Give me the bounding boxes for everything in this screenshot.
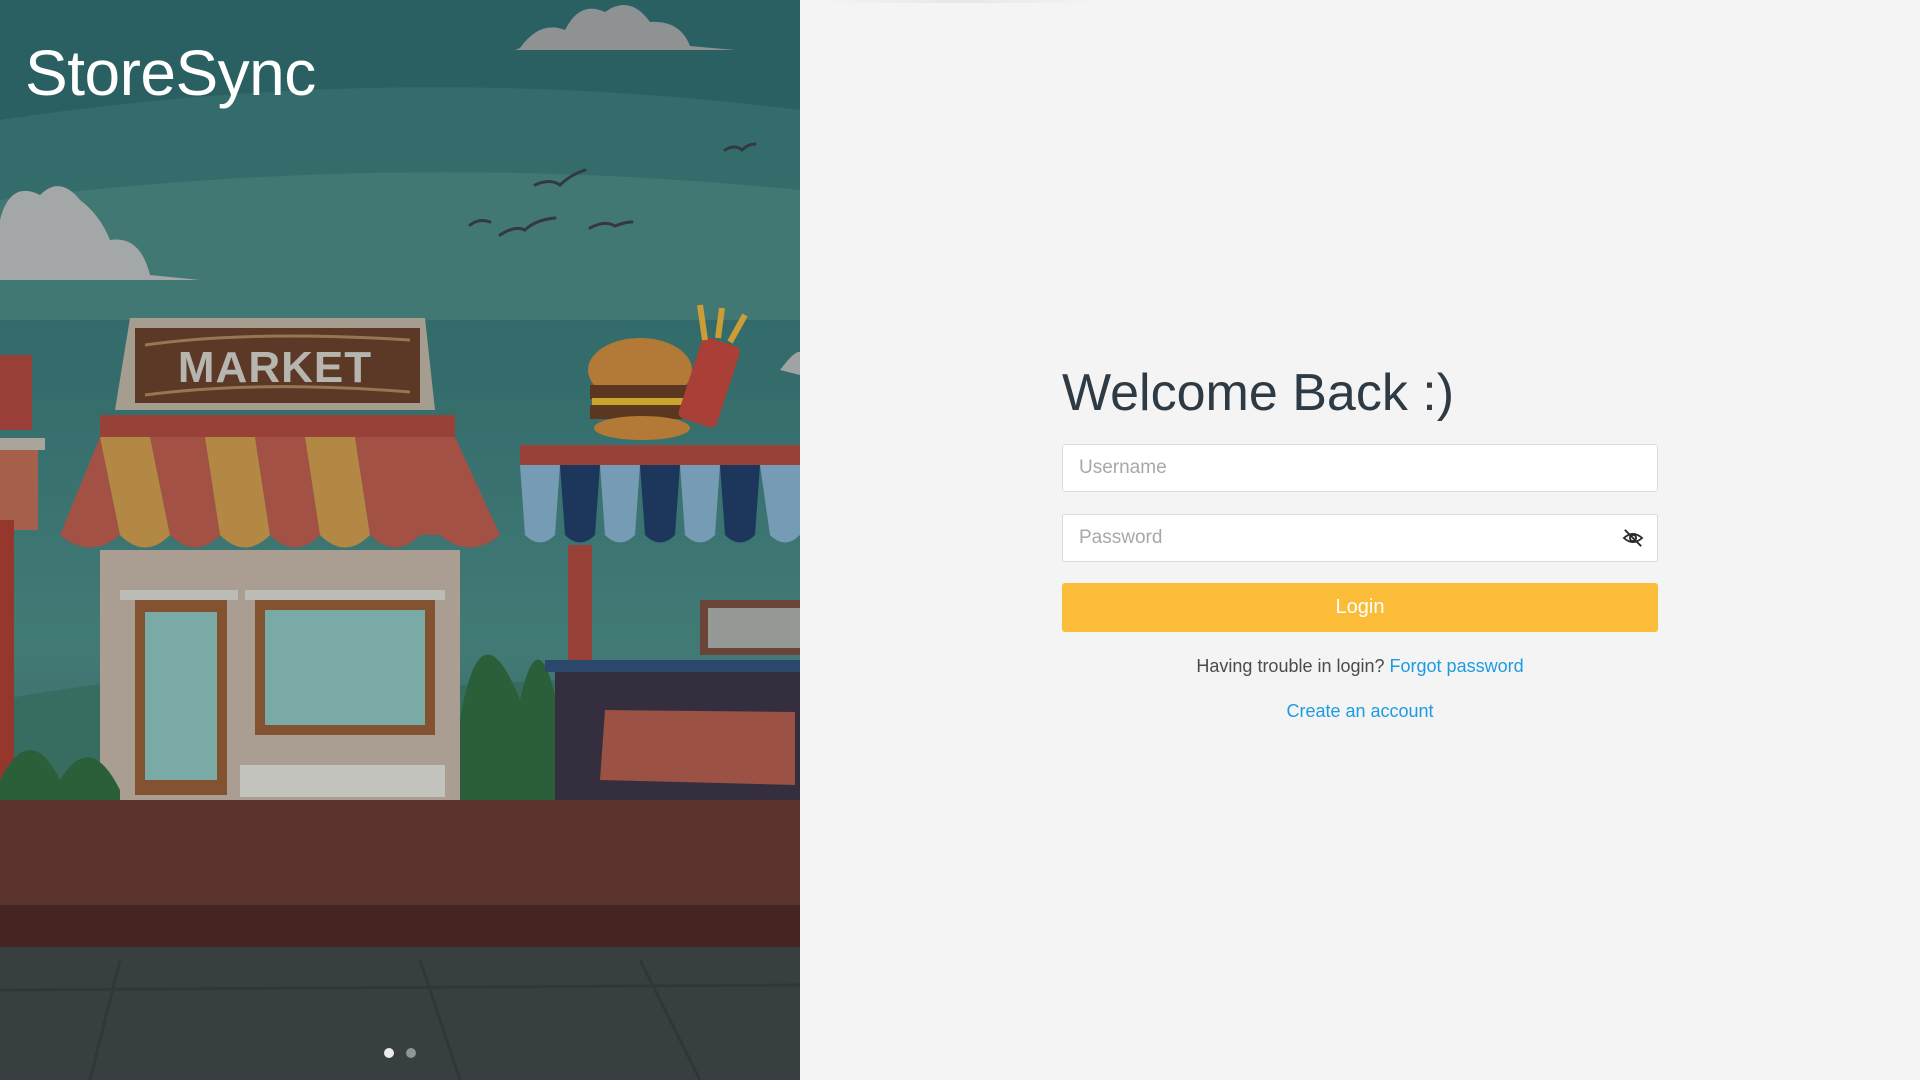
hero-panel: MARKET StoreSync [0,0,800,1080]
login-button[interactable]: Login [1062,583,1658,632]
login-help-row: Having trouble in login? Forgot password [1062,655,1658,677]
top-divider [820,0,1100,3]
login-form: Welcome Back :) Login Having trouble in … [1062,360,1658,722]
carousel-pagination [0,1048,800,1058]
forgot-password-link[interactable]: Forgot password [1390,656,1524,676]
create-account-link[interactable]: Create an account [1286,701,1433,721]
login-screen: MARKET StoreSync Welcome Back:) Usernam… [0,0,1920,1080]
password-field-wrapper [1062,514,1658,562]
username-field-wrapper [1062,444,1658,492]
eye-off-icon[interactable] [1620,526,1646,550]
login-panel: Welcome Back :) Login Having trouble in … [800,0,1920,1080]
login-help-text: Having trouble in login? [1196,656,1390,676]
carousel-dot-2[interactable] [406,1048,416,1058]
market-storefront-illustration: MARKET [0,0,800,1080]
password-input[interactable] [1062,514,1658,562]
carousel-dot-1[interactable] [384,1048,394,1058]
username-input[interactable] [1062,444,1658,492]
create-account-row: Create an account [1062,700,1658,722]
page-title: Welcome Back :) [1062,364,1455,422]
brand-logo-text: StoreSync [25,37,316,109]
